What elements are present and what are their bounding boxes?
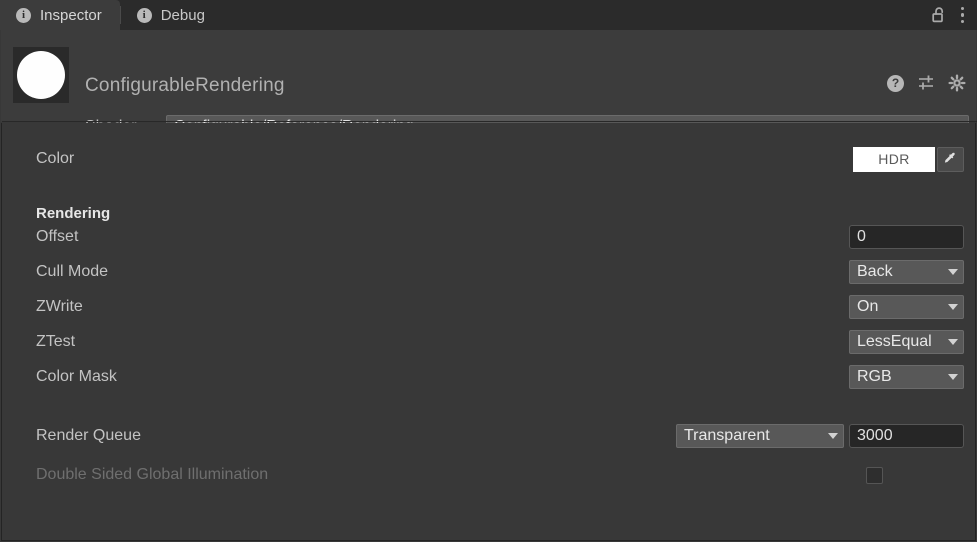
render-queue-value: 3000 <box>857 427 893 444</box>
properties-panel: Color HDR Rendering Offset 0 Cull Mode B… <box>1 123 976 541</box>
tab-debug[interactable]: i Debug <box>121 0 223 30</box>
property-row-cull-mode: Cull Mode Back <box>2 258 975 286</box>
material-preview-sphere <box>17 51 65 99</box>
header-divider <box>2 121 977 122</box>
cull-mode-dropdown[interactable]: Back <box>849 260 964 284</box>
material-header-actions: ? <box>887 74 966 92</box>
render-queue-input[interactable]: 3000 <box>849 424 964 448</box>
eyedropper-icon[interactable] <box>937 146 964 172</box>
zwrite-dropdown[interactable]: On <box>849 295 964 319</box>
offset-input[interactable]: 0 <box>849 225 964 249</box>
property-row-zwrite: ZWrite On <box>2 293 975 321</box>
tab-inspector[interactable]: i Inspector <box>0 0 120 30</box>
ztest-label: ZTest <box>36 333 76 350</box>
offset-value: 0 <box>857 228 866 245</box>
property-row-offset: Offset 0 <box>2 223 975 251</box>
chevron-down-icon <box>948 374 958 380</box>
zwrite-label: ZWrite <box>36 298 83 315</box>
color-label: Color <box>36 150 75 167</box>
inspector-window: i Inspector i Debug ConfigurableRenderin… <box>0 0 977 542</box>
color-swatch-hdr-label: HDR <box>878 151 910 167</box>
color-mask-label: Color Mask <box>36 368 117 385</box>
render-queue-preset-dropdown[interactable]: Transparent <box>676 424 844 448</box>
chevron-down-icon <box>828 433 838 439</box>
color-swatch[interactable]: HDR <box>853 146 935 172</box>
kebab-menu-icon[interactable] <box>960 6 964 24</box>
color-mask-value: RGB <box>857 368 892 385</box>
help-icon[interactable]: ? <box>887 74 904 92</box>
property-row-double-sided-gi: Double Sided Global Illumination <box>2 461 975 489</box>
tab-bar: i Inspector i Debug <box>0 0 977 30</box>
info-icon: i <box>136 7 152 23</box>
info-icon: i <box>16 7 31 23</box>
cull-mode-label: Cull Mode <box>36 263 109 280</box>
tab-bar-actions <box>931 6 977 30</box>
material-header: ConfigurableRendering ? <box>1 30 977 139</box>
property-row-render-queue: Render Queue Transparent 3000 <box>2 422 975 450</box>
unlocked-padlock-icon[interactable] <box>931 6 947 24</box>
property-row-ztest: ZTest LessEqual <box>2 328 975 356</box>
double-sided-gi-checkbox[interactable] <box>866 466 883 484</box>
double-sided-gi-label: Double Sided Global Illumination <box>36 466 269 483</box>
offset-label: Offset <box>36 228 79 245</box>
preset-sliders-icon[interactable] <box>917 74 935 92</box>
material-title: ConfigurableRendering <box>85 75 285 96</box>
render-queue-preset-value: Transparent <box>684 427 770 444</box>
section-header-rendering: Rendering <box>36 205 111 222</box>
ztest-value: LessEqual <box>857 333 932 350</box>
property-row-color: Color HDR <box>2 145 975 173</box>
chevron-down-icon <box>948 304 958 310</box>
material-preview-thumbnail[interactable] <box>13 47 69 103</box>
render-queue-label: Render Queue <box>36 427 141 444</box>
tab-inspector-label: Inspector <box>40 6 102 24</box>
chevron-down-icon <box>948 269 958 275</box>
ztest-dropdown[interactable]: LessEqual <box>849 330 964 354</box>
gear-icon[interactable] <box>948 74 966 92</box>
property-row-color-mask: Color Mask RGB <box>2 363 975 391</box>
tab-debug-label: Debug <box>160 6 205 24</box>
zwrite-value: On <box>857 298 879 315</box>
color-mask-dropdown[interactable]: RGB <box>849 365 964 389</box>
chevron-down-icon <box>948 339 958 345</box>
cull-mode-value: Back <box>857 263 893 280</box>
